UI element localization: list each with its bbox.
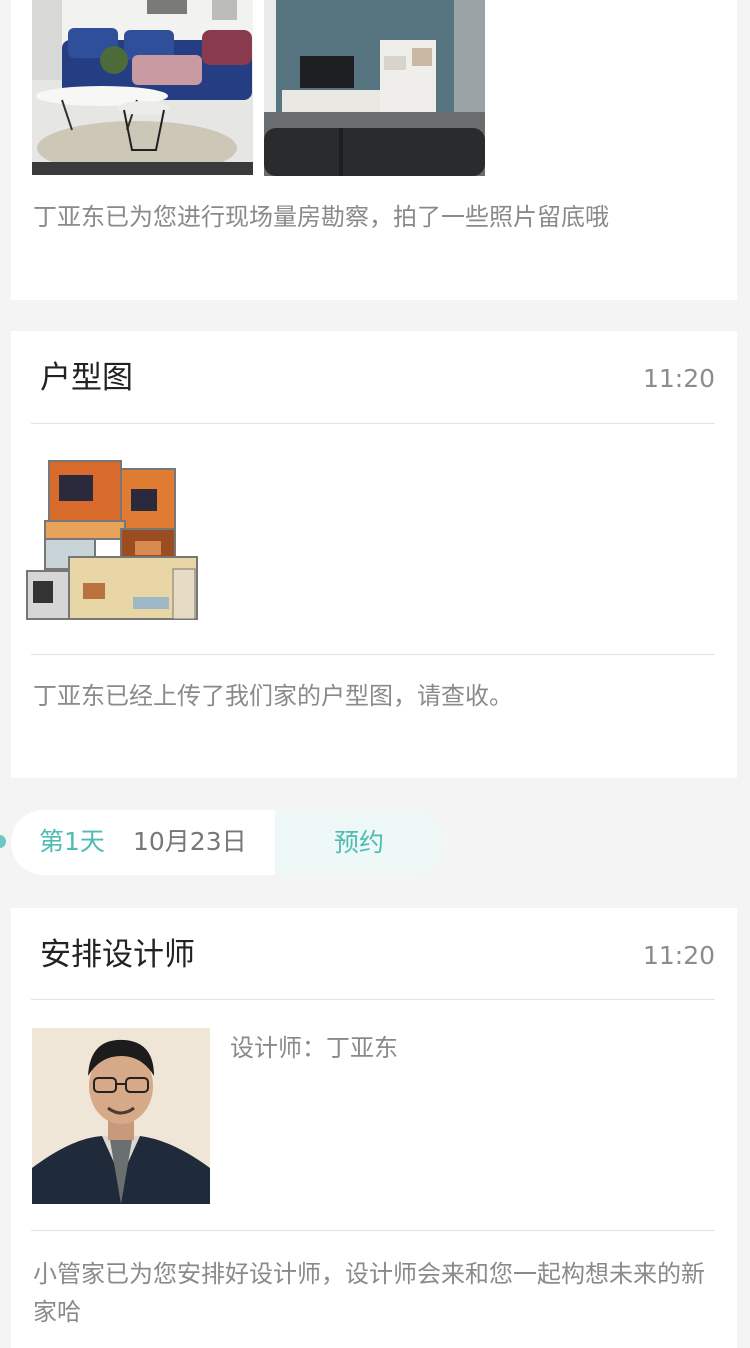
designer-photo: [32, 1028, 210, 1204]
tv-wall-photo[interactable]: [264, 0, 485, 176]
divider: [31, 423, 715, 424]
day-number: 第1天: [39, 827, 105, 856]
day-date: 10月23日: [133, 827, 247, 856]
designer-name: 设计师：丁亚东: [230, 1034, 398, 1062]
designer-description: 小管家已为您安排好设计师，设计师会来和您一起构想未来的新家哈: [33, 1260, 705, 1326]
day-marker: 第1天 10月23日 预约: [11, 810, 443, 875]
divider: [31, 999, 715, 1000]
floorplan-card: 户型图 11:20 丁亚东已经上传了我们家的户型图，请查收。: [11, 331, 737, 778]
timeline-dot: [0, 835, 6, 848]
tv-wall-photo-image: [264, 0, 485, 176]
designer-card-time: 11:20: [642, 941, 715, 970]
designer-card-title: 安排设计师: [40, 937, 195, 973]
floorplan-title: 户型图: [40, 360, 133, 396]
survey-description: 丁亚东已为您进行现场量房勘察，拍了一些照片留底哦: [33, 203, 609, 231]
floorplan-image[interactable]: [23, 449, 203, 621]
floorplan-drawing: [26, 460, 198, 620]
designer-avatar[interactable]: [32, 1028, 210, 1204]
floorplan-description: 丁亚东已经上传了我们家的户型图，请查收。: [33, 682, 513, 710]
floorplan-time: 11:20: [642, 364, 715, 393]
divider: [31, 1230, 715, 1231]
living-room-photo-image: [32, 0, 253, 175]
divider: [31, 654, 715, 655]
living-room-photo[interactable]: [32, 0, 253, 175]
survey-card: 丁亚东已为您进行现场量房勘察，拍了一些照片留底哦: [11, 0, 737, 300]
appointment-button[interactable]: 预约: [275, 810, 443, 875]
designer-card: 安排设计师 11:20 设计师：丁亚东 小管家已为您安排好设计师，设计师会来和您…: [11, 908, 737, 1348]
